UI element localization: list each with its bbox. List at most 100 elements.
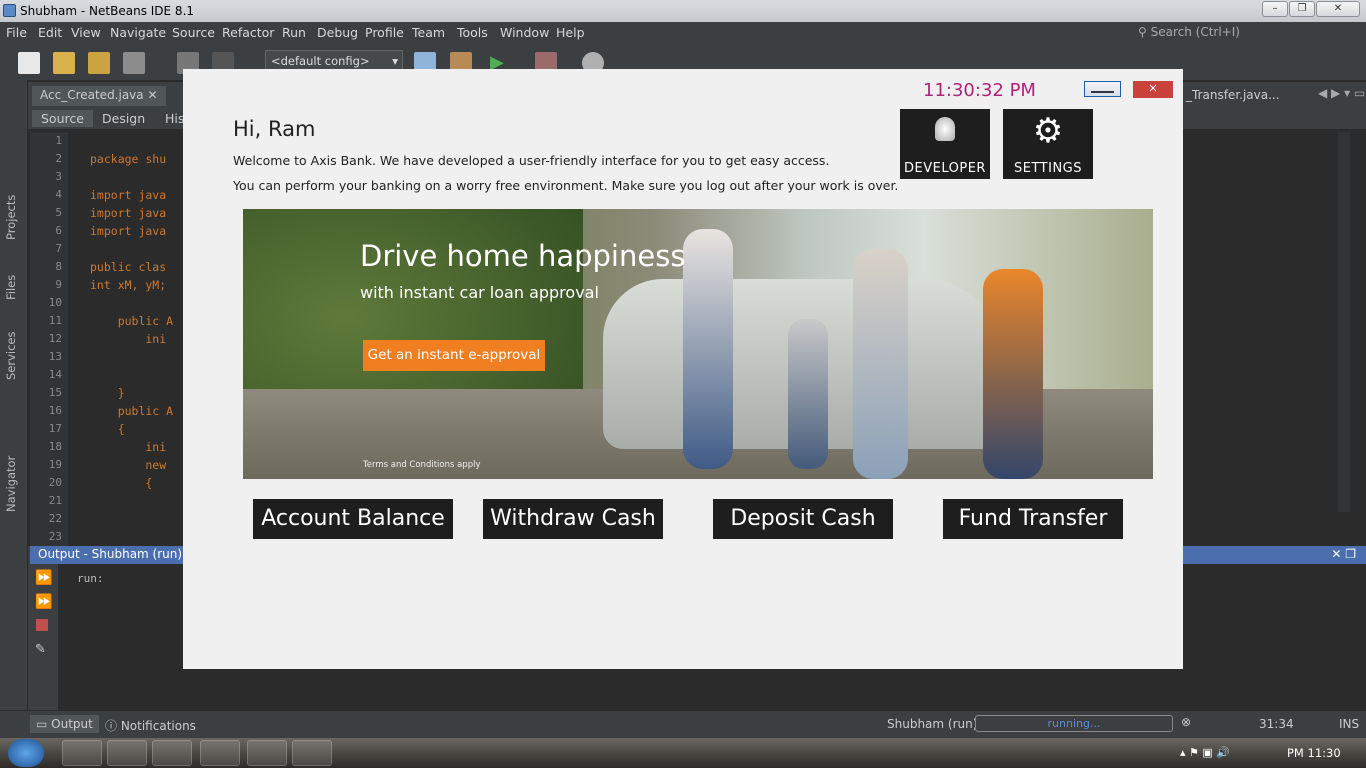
- line-number: 9: [55, 278, 62, 291]
- config-select[interactable]: <default config> ▾: [265, 50, 403, 70]
- line-number: 17: [48, 422, 62, 435]
- line-number: 14: [48, 368, 62, 381]
- code-line: {: [90, 422, 125, 436]
- paint-taskbar-icon[interactable]: [338, 740, 378, 766]
- netbeans-taskbar-icon[interactable]: [247, 740, 287, 766]
- word-taskbar-icon[interactable]: [200, 740, 240, 766]
- menu-file[interactable]: File: [6, 25, 27, 40]
- new-project-icon[interactable]: [53, 52, 75, 74]
- side-tab-navigator[interactable]: Navigator: [4, 456, 18, 512]
- deposit-cash-button[interactable]: Deposit Cash: [713, 499, 893, 539]
- line-number: 5: [55, 206, 62, 219]
- rerun-options-icon[interactable]: ⏩: [35, 594, 52, 610]
- side-tab-services[interactable]: Services: [4, 332, 18, 381]
- code-line: public clas: [90, 260, 167, 274]
- gear-icon: ⚙: [1032, 111, 1064, 151]
- settings-wrench-icon[interactable]: ✎: [35, 642, 46, 657]
- media-player-taskbar-icon[interactable]: [152, 740, 192, 766]
- taskbar-clock[interactable]: PM 11:30: [1287, 746, 1341, 760]
- stop-icon[interactable]: [36, 619, 48, 631]
- tab-output[interactable]: ▭ Output: [30, 715, 99, 733]
- line-number: 11: [48, 314, 62, 327]
- code-line: {: [90, 476, 153, 490]
- output-title: Output - Shubham (run): [38, 547, 183, 561]
- person-boy: [788, 319, 828, 469]
- line-number-gutter: 1 2 3 4 5 6 7 8 9 10 11 12 13 14 15 16 17 18 19 20 21 22 23: [30, 132, 68, 546]
- code-line: int xM, yM;: [90, 278, 167, 292]
- menu-help[interactable]: Help: [556, 25, 585, 40]
- tab-scroll-icon[interactable]: ◀ ▶ ▾ ▭: [1318, 86, 1365, 100]
- tray-icons[interactable]: ▴ ⚑ ▣ 🔊: [1180, 746, 1230, 759]
- developer-tile[interactable]: DEVELOPER: [900, 109, 990, 179]
- person-father: [983, 269, 1043, 479]
- line-number: 4: [55, 188, 62, 201]
- status-bar: ▭ Output ⓘ Notifications Shubham (run) r…: [0, 710, 1366, 738]
- minimize-dialog-button[interactable]: [1084, 81, 1121, 97]
- menu-run[interactable]: Run: [282, 25, 306, 40]
- side-tab-projects[interactable]: Projects: [4, 195, 18, 240]
- withdraw-cash-button[interactable]: Withdraw Cash: [483, 499, 663, 539]
- menu-profile[interactable]: Profile: [365, 25, 404, 40]
- start-button[interactable]: [8, 739, 44, 767]
- settings-label: SETTINGS: [1013, 161, 1082, 176]
- tab-source[interactable]: Source: [32, 110, 93, 127]
- insert-mode: INS: [1339, 717, 1360, 731]
- close-button[interactable]: ✕: [1316, 1, 1360, 17]
- menu-window[interactable]: Window: [500, 25, 549, 40]
- menu-source[interactable]: Source: [172, 25, 215, 40]
- menu-view[interactable]: View: [71, 25, 101, 40]
- e-approval-button[interactable]: Get an instant e-approval: [363, 340, 545, 371]
- chevron-down-icon: ▾: [392, 54, 398, 68]
- java-taskbar-icon[interactable]: [292, 740, 332, 766]
- account-balance-button[interactable]: Account Balance: [253, 499, 453, 539]
- person-girl: [853, 249, 908, 479]
- menu-debug[interactable]: Debug: [317, 25, 358, 40]
- line-number: 3: [55, 170, 62, 183]
- tab-notifications[interactable]: ⓘ Notifications: [105, 717, 196, 734]
- close-output-icon[interactable]: ✕ ❐: [1331, 547, 1356, 561]
- tab-acc-created[interactable]: Acc_Created.java ✕: [32, 86, 166, 106]
- terms-text[interactable]: Terms and Conditions apply: [363, 460, 481, 470]
- search-input[interactable]: ⚲ Search (Ctrl+I): [1138, 25, 1240, 39]
- menu-team[interactable]: Team: [412, 25, 445, 40]
- code-line: new: [90, 458, 167, 472]
- menu-navigate[interactable]: Navigate: [110, 25, 166, 40]
- new-file-icon[interactable]: [18, 52, 40, 74]
- menu-edit[interactable]: Edit: [38, 25, 62, 40]
- car-loan-banner[interactable]: Drive home happiness with instant car lo…: [243, 209, 1153, 479]
- tab-fund-transfer[interactable]: _Transfer.java...: [1178, 86, 1288, 106]
- rerun-icon[interactable]: ⏩: [35, 570, 52, 586]
- cancel-process-icon[interactable]: ⊗: [1181, 715, 1191, 729]
- windows-taskbar: ▴ ⚑ ▣ 🔊 PM 11:30: [0, 738, 1366, 768]
- editor-scrollbar[interactable]: [1338, 132, 1350, 512]
- ie-taskbar-icon[interactable]: [62, 740, 102, 766]
- line-number: 10: [48, 296, 62, 309]
- info-icon: ⓘ: [105, 719, 121, 733]
- tab-design[interactable]: Design: [93, 110, 154, 127]
- greeting: Hi, Ram: [233, 117, 316, 141]
- save-all-icon[interactable]: [123, 52, 145, 74]
- minimize-button[interactable]: –: [1262, 1, 1288, 17]
- close-dialog-button[interactable]: ✕: [1133, 81, 1173, 98]
- fund-transfer-button[interactable]: Fund Transfer: [943, 499, 1123, 539]
- side-tab-files[interactable]: Files: [4, 275, 18, 300]
- explorer-taskbar-icon[interactable]: [107, 740, 147, 766]
- settings-tile[interactable]: ⚙ SETTINGS: [1003, 109, 1093, 179]
- config-value: <default config>: [271, 54, 370, 68]
- maximize-button[interactable]: ❐: [1289, 1, 1315, 17]
- left-side-panel: Projects Files Services Navigator: [0, 80, 28, 710]
- line-number: 23: [48, 530, 62, 543]
- code-view[interactable]: package shu import java import java import …: [90, 132, 173, 546]
- line-number: 22: [48, 512, 62, 525]
- bank-dialog: 11:30:32 PM ✕ Hi, Ram Welcome to Axis Ba…: [183, 69, 1183, 669]
- welcome-line-1: Welcome to Axis Bank. We have developed …: [233, 153, 830, 168]
- line-number: 16: [48, 404, 62, 417]
- open-project-icon[interactable]: [88, 52, 110, 74]
- menu-tools[interactable]: Tools: [457, 25, 488, 40]
- close-tab-icon[interactable]: ✕: [147, 88, 157, 102]
- menu-refactor[interactable]: Refactor: [222, 25, 274, 40]
